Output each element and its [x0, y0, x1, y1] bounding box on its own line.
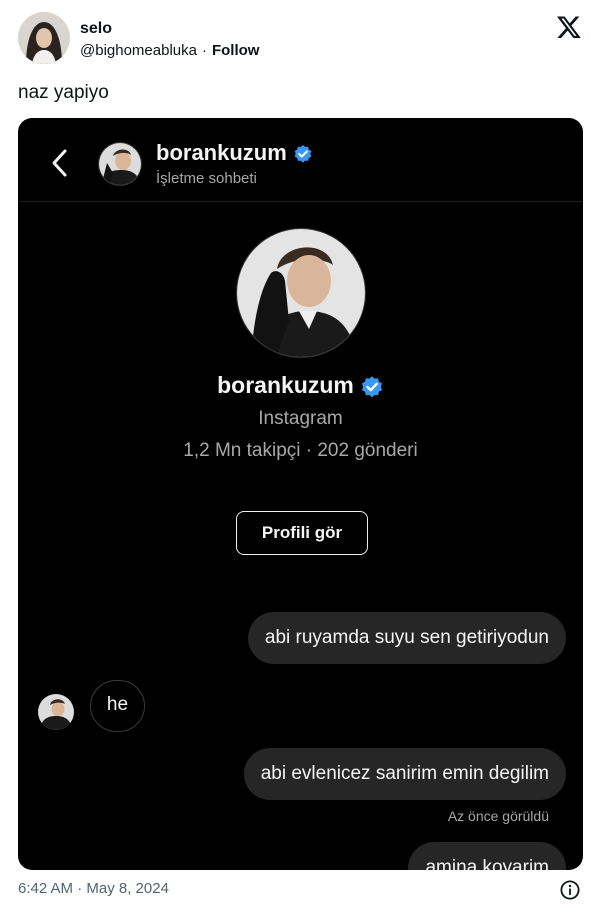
info-icon[interactable]: [560, 880, 580, 900]
seen-status: Az önce görüldü: [447, 808, 549, 824]
dm-header-name-text: borankuzum: [156, 140, 287, 165]
back-chevron-icon[interactable]: [50, 148, 70, 178]
tweet-header: selo @bighomeabluka · Follow: [18, 12, 582, 68]
message-outgoing[interactable]: abi evlenicez sanirim emin degilim: [243, 748, 566, 800]
author-handle-row: @bighomeabluka · Follow: [80, 42, 259, 59]
message-outgoing[interactable]: amina koyarim: [408, 842, 566, 870]
view-profile-button[interactable]: Profili gör: [236, 511, 368, 555]
tweet-media-screenshot[interactable]: borankuzum İşletme sohbeti borankuzum In…: [18, 118, 583, 870]
tweet-timestamp[interactable]: 6:42 AM · May 8, 2024: [18, 880, 169, 897]
author-name[interactable]: selo: [80, 20, 112, 38]
profile-avatar[interactable]: [236, 228, 366, 358]
dm-header-name[interactable]: borankuzum: [156, 140, 313, 166]
dm-header-subtitle: İşletme sohbeti: [156, 170, 257, 187]
profile-name-text: borankuzum: [217, 372, 354, 398]
profile-stats: 1,2 Mn takipçi · 202 gönderi: [183, 440, 418, 461]
dm-header-avatar[interactable]: [98, 142, 142, 186]
dm-header: borankuzum İşletme sohbeti: [18, 118, 583, 202]
follow-button[interactable]: Follow: [212, 42, 260, 59]
message-incoming[interactable]: he: [90, 680, 145, 732]
profile-name[interactable]: borankuzum: [18, 372, 583, 399]
incoming-avatar[interactable]: [38, 694, 74, 730]
verified-badge-icon: [294, 145, 312, 163]
verified-badge-icon: [361, 376, 382, 398]
author-handle[interactable]: @bighomeabluka: [80, 42, 197, 59]
author-avatar[interactable]: [18, 12, 70, 64]
tweet-text: naz yapiyo: [18, 82, 109, 103]
message-outgoing[interactable]: abi ruyamda suyu sen getiriyodun: [247, 612, 566, 664]
separator-dot: ·: [201, 42, 207, 59]
x-logo-icon[interactable]: [556, 14, 582, 40]
profile-platform: Instagram: [258, 408, 343, 429]
